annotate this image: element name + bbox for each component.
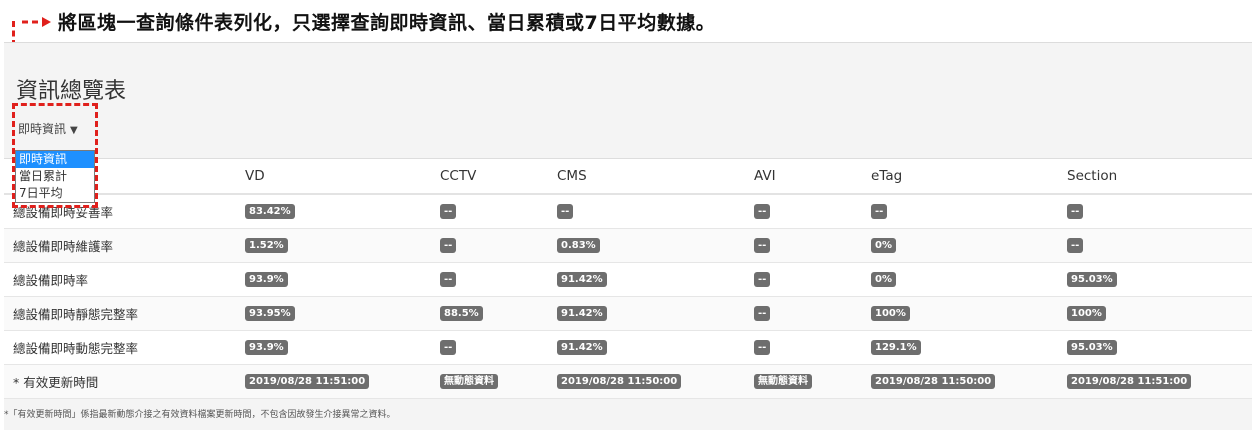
period-select-value: 即時資訊	[18, 122, 67, 136]
value-badge: 100%	[1067, 306, 1106, 321]
column-header-cms: CMS	[557, 168, 587, 184]
value-badge: --	[557, 204, 574, 219]
value-badge: 91.42%	[557, 272, 607, 287]
value-badge: --	[754, 238, 771, 253]
value-badge: 83.42%	[245, 204, 295, 219]
timestamp-badge: 無動態資料	[440, 374, 498, 389]
value-badge: 0.83%	[557, 238, 600, 253]
page: 將區塊一查詢條件表列化，只選擇查詢即時資訊、當日累積或7日平均數據。 資訊總覽表…	[0, 0, 1256, 432]
timestamp-badge: 2019/08/28 11:51:00	[245, 374, 370, 389]
column-header-vd: VD	[245, 168, 265, 184]
value-badge: 88.5%	[440, 306, 483, 321]
chevron-down-icon: ▼	[70, 125, 78, 136]
value-badge: --	[754, 340, 771, 355]
row-label: 總設備即時維護率	[13, 239, 114, 254]
footnote: *「有效更新時間」係指最新動態介接之有效資料檔案更新時間，不包含因故發生介接異常…	[4, 410, 396, 420]
value-badge: --	[754, 306, 771, 321]
column-header-etag: eTag	[871, 168, 903, 184]
overview-table: VD CCTV CMS AVI eTag Section 總設備即時妥善率 83…	[4, 158, 1252, 399]
table-row: 總設備即時維護率 1.52% -- 0.83% -- 0% --	[4, 229, 1252, 263]
row-label: 總設備即時動態完整率	[13, 341, 139, 356]
annotation-text: 將區塊一查詢條件表列化，只選擇查詢即時資訊、當日累積或7日平均數據。	[58, 12, 716, 34]
period-option-realtime[interactable]: 即時資訊	[16, 151, 94, 168]
value-badge: 91.42%	[557, 340, 607, 355]
table-row: 總設備即時率 93.9% -- 91.42% -- 0% 95.03%	[4, 263, 1252, 297]
page-title: 資訊總覽表	[16, 79, 127, 104]
table-row: 總設備即時動態完整率 93.9% -- 91.42% -- 129.1% 95.…	[4, 331, 1252, 365]
value-badge: 0%	[871, 272, 896, 287]
column-header-avi: AVI	[754, 168, 776, 184]
table-header-row: VD CCTV CMS AVI eTag Section	[4, 159, 1252, 195]
value-badge: 95.03%	[1067, 340, 1117, 355]
row-label: * 有效更新時間	[13, 375, 99, 390]
value-badge: 129.1%	[871, 340, 921, 355]
value-badge: 93.9%	[245, 272, 288, 287]
value-badge: 93.9%	[245, 340, 288, 355]
row-label: 總設備即時率	[13, 273, 89, 288]
value-badge: --	[440, 272, 457, 287]
value-badge: --	[440, 238, 457, 253]
period-option-7day[interactable]: 7日平均	[16, 185, 94, 202]
value-badge: 93.95%	[245, 306, 295, 321]
value-badge: 100%	[871, 306, 910, 321]
value-badge: --	[440, 204, 457, 219]
period-option-daily[interactable]: 當日累計	[16, 168, 94, 185]
period-dropdown-list: 即時資訊 當日累計 7日平均	[15, 150, 95, 203]
timestamp-badge: 無動態資料	[754, 374, 812, 389]
arrow-right-icon	[22, 17, 51, 27]
value-badge: 0%	[871, 238, 896, 253]
value-badge: --	[440, 340, 457, 355]
row-label: 總設備即時靜態完整率	[13, 307, 139, 322]
period-select[interactable]: 即時資訊 ▼	[18, 120, 78, 137]
value-badge: 1.52%	[245, 238, 288, 253]
timestamp-badge: 2019/08/28 11:51:00	[1067, 374, 1192, 389]
value-badge: --	[871, 204, 888, 219]
table-row: * 有效更新時間 2019/08/28 11:51:00 無動態資料 2019/…	[4, 365, 1252, 399]
value-badge: 95.03%	[1067, 272, 1117, 287]
table-row: 總設備即時妥善率 83.42% -- -- -- -- --	[4, 195, 1252, 229]
column-header-section: Section	[1067, 168, 1118, 184]
column-header-cctv: CCTV	[440, 168, 477, 184]
value-badge: --	[754, 204, 771, 219]
value-badge: --	[754, 272, 771, 287]
value-badge: 91.42%	[557, 306, 607, 321]
table-row: 總設備即時靜態完整率 93.95% 88.5% 91.42% -- 100% 1…	[4, 297, 1252, 331]
timestamp-badge: 2019/08/28 11:50:00	[557, 374, 682, 389]
timestamp-badge: 2019/08/28 11:50:00	[871, 374, 996, 389]
value-badge: --	[1067, 204, 1084, 219]
value-badge: --	[1067, 238, 1084, 253]
